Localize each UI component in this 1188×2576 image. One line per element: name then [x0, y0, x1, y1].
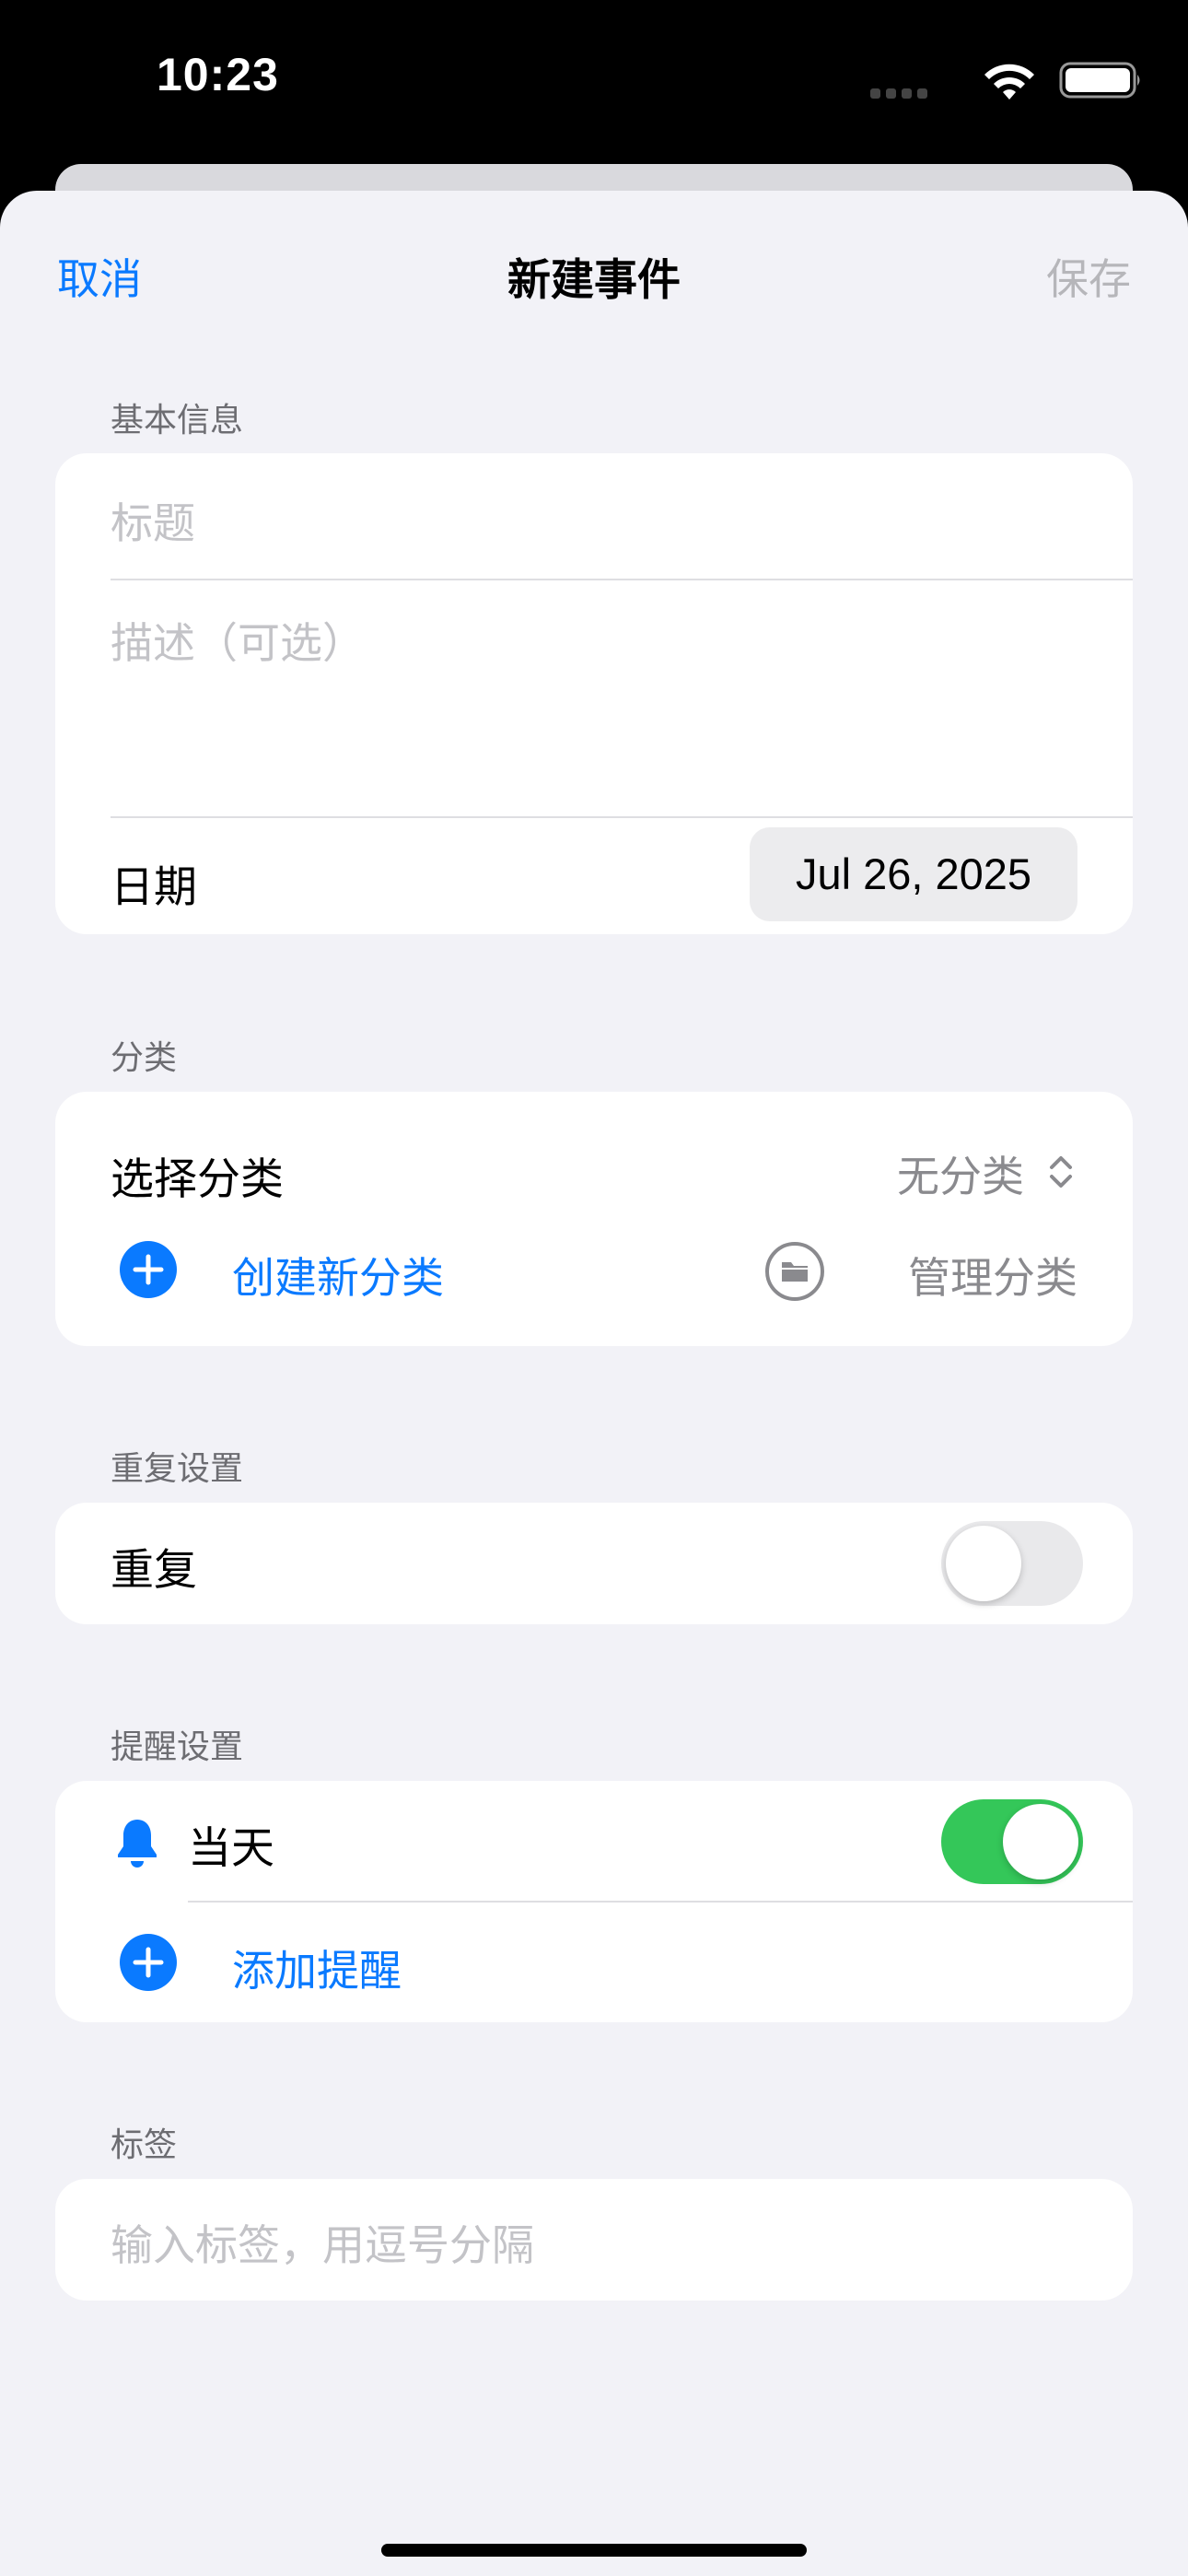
- category-value: 无分类: [897, 1152, 1024, 1201]
- toggle-knob: [946, 1526, 1021, 1601]
- new-event-sheet: 取消 新建事件 保存 基本信息 标题 描述（可选） 日期 Jul 26, 202…: [0, 191, 1188, 2576]
- section-header-tags: 标签: [111, 2126, 178, 2164]
- repeat-toggle[interactable]: [941, 1521, 1083, 1606]
- add-reminder-button[interactable]: 添加提醒: [55, 1919, 608, 2002]
- page-title: 新建事件: [507, 255, 681, 306]
- title-input[interactable]: 标题: [111, 490, 195, 551]
- date-picker-button[interactable]: Jul 26, 2025: [750, 827, 1077, 921]
- battery-icon: [1059, 62, 1140, 99]
- reminder-item-label: 当天: [188, 1823, 274, 1874]
- divider: [111, 816, 1133, 818]
- status-time: 10:23: [157, 49, 279, 100]
- add-reminder-label: 添加提醒: [232, 1946, 402, 1996]
- home-indicator: [381, 2544, 807, 2557]
- plus-circle-icon: [120, 1241, 177, 1298]
- create-category-label: 创建新分类: [232, 1253, 444, 1303]
- wifi-icon: [984, 64, 1034, 100]
- reminder-card: 当天 添加提醒: [55, 1781, 1133, 2022]
- basic-info-card: 标题 描述（可选） 日期 Jul 26, 2025: [55, 453, 1133, 934]
- date-label: 日期: [111, 862, 197, 913]
- signal-dots-icon: [870, 85, 935, 99]
- create-category-button[interactable]: 创建新分类: [55, 1230, 534, 1313]
- manage-category-label: 管理分类: [908, 1253, 1077, 1303]
- reminder-toggle[interactable]: [941, 1799, 1083, 1884]
- manage-category-button[interactable]: 管理分类: [764, 1230, 1077, 1313]
- tags-input[interactable]: 输入标签，用逗号分隔: [111, 2212, 1077, 2273]
- section-header-repeat: 重复设置: [111, 1450, 244, 1488]
- section-header-reminder: 提醒设置: [111, 1728, 244, 1766]
- chevron-up-down-icon: [1050, 1156, 1072, 1188]
- toggle-knob: [1003, 1804, 1078, 1879]
- section-header-basic: 基本信息: [111, 402, 244, 439]
- section-header-category: 分类: [111, 1039, 178, 1077]
- repeat-card: 重复: [55, 1503, 1133, 1624]
- save-button[interactable]: 保存: [1046, 246, 1131, 307]
- select-category-label: 选择分类: [111, 1154, 284, 1205]
- description-input[interactable]: 描述（可选）: [111, 610, 1077, 813]
- repeat-label: 重复: [111, 1545, 197, 1596]
- divider: [111, 579, 1133, 580]
- category-card: 选择分类 无分类 创建新分类 管理分类: [55, 1092, 1133, 1346]
- bell-icon: [118, 1820, 157, 1868]
- divider: [188, 1901, 1133, 1903]
- plus-circle-icon: [120, 1934, 177, 1991]
- category-picker[interactable]: 无分类: [856, 1143, 1077, 1201]
- tags-card: 输入标签，用逗号分隔: [55, 2179, 1133, 2301]
- folder-circle-icon: [765, 1242, 824, 1301]
